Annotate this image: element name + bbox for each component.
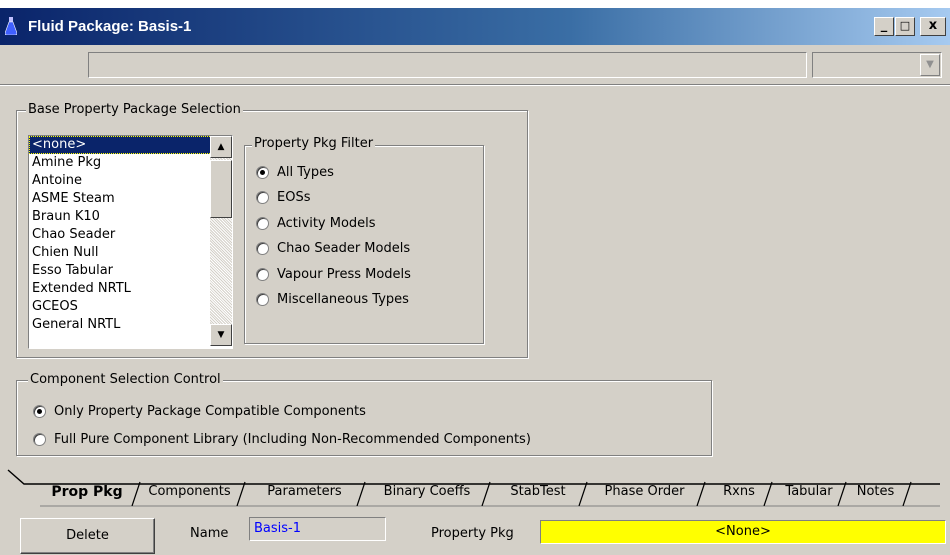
listbox-scrollbar[interactable]: ▲ ▼ — [210, 136, 232, 346]
name-field[interactable]: Basis-1 — [249, 517, 386, 541]
delete-button[interactable]: Delete — [20, 518, 155, 554]
close-button[interactable]: x — [920, 17, 946, 36]
list-item[interactable]: <none> — [29, 136, 232, 154]
filter-option[interactable]: EOSs — [256, 189, 310, 207]
filter-option[interactable]: Activity Models — [256, 214, 376, 232]
radio-icon[interactable] — [256, 293, 269, 306]
list-item[interactable]: Antoine — [29, 172, 232, 190]
scroll-down-icon[interactable]: ▼ — [210, 324, 232, 346]
radio-icon[interactable] — [256, 267, 269, 281]
radio-icon[interactable] — [33, 404, 46, 418]
tab-tabular[interactable]: Tabular — [780, 480, 838, 504]
tab-separator — [236, 481, 246, 506]
list-item[interactable]: Extended NRTL — [29, 280, 232, 298]
filter-option-label: Chao Seader Models — [277, 241, 411, 256]
scroll-up-icon[interactable]: ▲ — [210, 136, 232, 158]
package-listbox[interactable]: <none> Amine Pkg Antoine ASME Steam Braun K1… — [28, 135, 233, 349]
filter-option[interactable]: Chao Seader Models — [256, 240, 410, 258]
filter-legend: Property Pkg Filter — [252, 136, 376, 151]
list-item[interactable]: Chien Null — [29, 244, 232, 262]
top-strip — [0, 0, 950, 8]
tab-parameters[interactable]: Parameters — [252, 480, 357, 504]
tab-separator — [763, 481, 773, 506]
radio-icon[interactable] — [256, 191, 269, 204]
tab-rxns[interactable]: Rxns — [714, 480, 764, 504]
maximize-button[interactable]: □ — [895, 17, 915, 36]
filter-option[interactable]: All Types — [256, 163, 334, 181]
tab-stabtest[interactable]: StabTest — [497, 480, 579, 504]
tab-separator — [356, 481, 366, 506]
component-option-label: Full Pure Component Library (Including N… — [54, 431, 531, 447]
tab-separator — [131, 481, 141, 506]
window-title: Fluid Package: Basis-1 — [28, 18, 192, 35]
tab-notes[interactable]: Notes — [848, 480, 903, 504]
filter-option-label: EOSs — [277, 190, 311, 205]
tab-separator — [481, 481, 491, 506]
list-item[interactable]: Esso Tabular — [29, 262, 232, 280]
tab-separator — [696, 481, 706, 506]
filter-option-label: All Types — [277, 164, 334, 180]
list-item[interactable]: GCEOS — [29, 298, 232, 316]
property-pkg-label: Property Pkg — [431, 526, 514, 541]
component-option[interactable]: Full Pure Component Library (Including N… — [33, 430, 531, 448]
toolbar-field[interactable] — [88, 52, 807, 78]
tab-separator — [837, 481, 847, 506]
property-pkg-field[interactable]: <None> — [540, 520, 946, 544]
component-selection-legend: Component Selection Control — [28, 372, 223, 387]
chevron-down-icon[interactable]: ▼ — [920, 54, 940, 76]
list-item[interactable]: Amine Pkg — [29, 154, 232, 172]
flask-icon — [5, 17, 17, 35]
tab-separator — [902, 481, 912, 506]
filter-option[interactable]: Miscellaneous Types — [256, 291, 409, 309]
toolbar-combo[interactable]: ▼ — [812, 52, 942, 78]
radio-icon[interactable] — [256, 216, 269, 230]
list-item[interactable]: General NRTL — [29, 316, 232, 334]
base-package-legend: Base Property Package Selection — [26, 102, 243, 117]
minimize-button[interactable]: _ — [874, 17, 894, 36]
filter-option-label: Activity Models — [277, 215, 376, 231]
list-item[interactable]: Chao Seader — [29, 226, 232, 244]
filter-option-label: Miscellaneous Types — [277, 292, 409, 307]
tab-components[interactable]: Components — [142, 480, 237, 504]
component-option-label: Only Property Package Compatible Compone… — [54, 403, 366, 419]
package-list: <none> Amine Pkg Antoine ASME Steam Braun K1… — [29, 136, 232, 334]
filter-option[interactable]: Vapour Press Models — [256, 265, 411, 283]
component-option[interactable]: Only Property Package Compatible Compone… — [33, 402, 366, 420]
divider — [0, 84, 950, 86]
tab-binary-coeffs[interactable]: Binary Coeffs — [372, 480, 482, 504]
radio-icon[interactable] — [256, 165, 269, 179]
radio-icon[interactable] — [256, 242, 269, 255]
list-item[interactable]: Braun K10 — [29, 208, 232, 226]
name-label: Name — [190, 526, 229, 541]
radio-icon[interactable] — [33, 432, 46, 446]
tab-prop-pkg[interactable]: Prop Pkg — [42, 480, 132, 504]
filter-option-label: Vapour Press Models — [277, 266, 411, 282]
list-item[interactable]: ASME Steam — [29, 190, 232, 208]
tab-phase-order[interactable]: Phase Order — [592, 480, 697, 504]
scroll-thumb[interactable] — [210, 160, 232, 218]
tab-separator — [578, 481, 588, 506]
